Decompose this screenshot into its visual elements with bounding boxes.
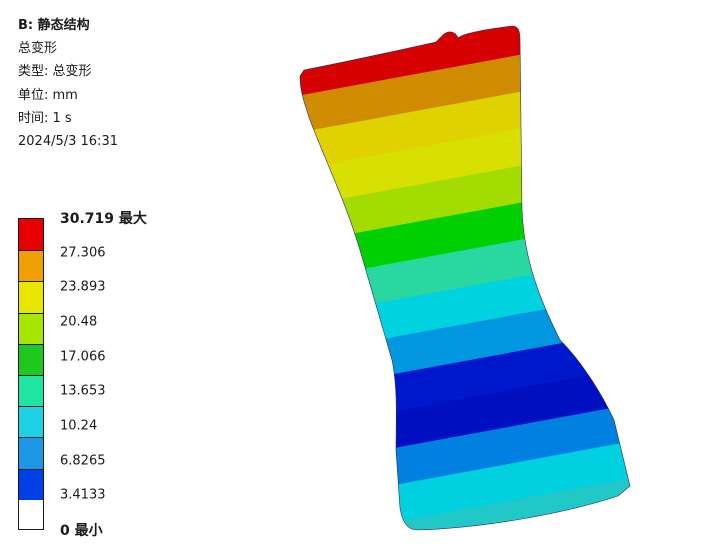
deformation-contour-bands [300,26,630,530]
deformation-model-view[interactable] [0,0,718,556]
